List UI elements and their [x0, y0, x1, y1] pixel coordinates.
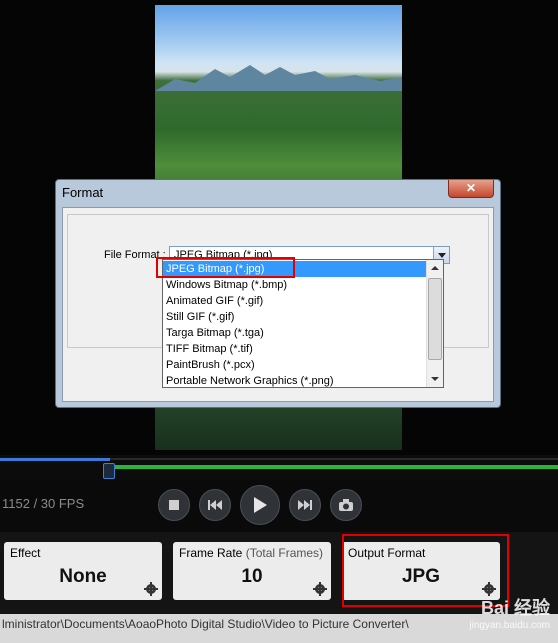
mountain-silhouette: [155, 65, 402, 91]
format-option-png[interactable]: Portable Network Graphics (*.png): [163, 373, 427, 389]
jpeg-option-highlight: [156, 257, 295, 278]
format-option-pcx[interactable]: PaintBrush (*.pcx): [163, 357, 427, 373]
watermark-logo-text: Bai 经验: [480, 598, 550, 618]
scroll-up-icon[interactable]: [428, 263, 442, 273]
format-option-tga[interactable]: Targa Bitmap (*.tga): [163, 325, 427, 341]
effect-card[interactable]: Effect None: [4, 542, 162, 600]
next-frame-button[interactable]: [289, 489, 321, 521]
watermark-url: jingyan.baidu.com: [469, 620, 550, 631]
play-button[interactable]: [240, 485, 280, 525]
play-icon: [254, 497, 267, 513]
stop-button[interactable]: [158, 489, 190, 521]
effect-value: None: [59, 566, 107, 587]
playback-controls: 1152 / 30 FPS: [0, 480, 558, 532]
close-button[interactable]: ✕: [448, 180, 494, 198]
snapshot-button[interactable]: [330, 489, 362, 521]
timeline-range: [110, 465, 558, 469]
file-format-dropdown-list: JPEG Bitmap (*.jpg) Windows Bitmap (*.bm…: [162, 259, 444, 388]
frame-rate-title: Frame Rate (Total Frames): [179, 546, 323, 560]
prev-frame-button[interactable]: [199, 489, 231, 521]
timeline-progress: [0, 458, 110, 461]
format-option-still-gif[interactable]: Still GIF (*.gif): [163, 309, 427, 325]
dialog-title: Format: [62, 185, 104, 200]
scroll-down-icon[interactable]: [428, 374, 442, 384]
format-option-tif[interactable]: TIFF Bitmap (*.tif): [163, 341, 427, 357]
frame-rate-card[interactable]: Frame Rate (Total Frames) 10: [173, 542, 331, 600]
scrollbar-thumb[interactable]: [428, 278, 442, 360]
gear-icon[interactable]: [312, 581, 328, 597]
watermark: Bai 经验 jingyan.baidu.com: [469, 594, 550, 631]
format-option-bmp[interactable]: Windows Bitmap (*.bmp): [163, 277, 427, 293]
list-scrollbar[interactable]: [426, 260, 443, 387]
frame-rate-sublabel: (Total Frames): [245, 546, 324, 560]
gear-icon[interactable]: [143, 581, 159, 597]
frame-rate-value: 10: [241, 566, 263, 587]
stop-icon: [169, 500, 179, 510]
skip-forward-icon: [298, 500, 312, 510]
seek-bar[interactable]: [0, 455, 558, 480]
skip-back-icon: [208, 500, 222, 510]
camera-icon: [339, 499, 353, 511]
seek-handle[interactable]: [103, 463, 115, 479]
frame-rate-label: Frame Rate: [179, 546, 243, 560]
frame-info: 1152 / 30 FPS: [2, 496, 85, 511]
format-option-animated-gif[interactable]: Animated GIF (*.gif): [163, 293, 427, 309]
settings-panel: Effect None Frame Rate (Total Frames) 10…: [0, 532, 558, 643]
chevron-down-icon: [437, 252, 446, 258]
effect-title: Effect: [10, 546, 41, 560]
